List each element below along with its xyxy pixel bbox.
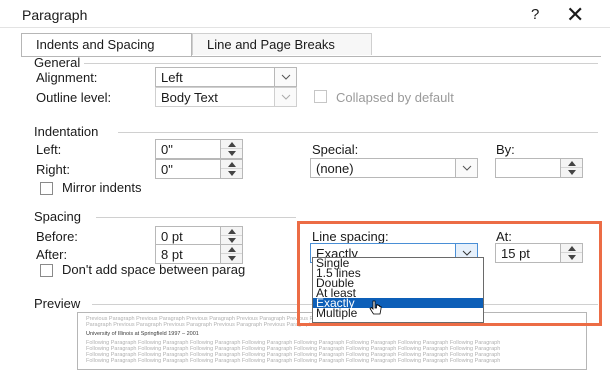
mirror-indents-checkbox[interactable] — [40, 182, 53, 195]
divider — [84, 63, 598, 64]
after-label: After: — [36, 247, 68, 262]
spin-up-icon — [227, 228, 236, 234]
dialog-title: Paragraph — [22, 7, 88, 23]
general-heading: General — [34, 55, 81, 70]
outline-level-select[interactable]: Body Text — [155, 87, 275, 107]
before-input[interactable]: 0 pt — [155, 226, 221, 246]
by-label: By: — [496, 142, 515, 157]
tab-label: Line and Page Breaks — [207, 37, 335, 52]
spin-up-icon — [567, 160, 576, 166]
after-input[interactable]: 8 pt — [155, 244, 221, 264]
spin-up-icon — [227, 246, 236, 252]
divider — [118, 132, 598, 133]
indentation-heading: Indentation — [34, 124, 99, 139]
tab-divider — [21, 56, 601, 57]
alignment-select[interactable]: Left — [155, 67, 275, 87]
tab-line-and-page-breaks[interactable]: Line and Page Breaks — [192, 33, 372, 55]
dont-add-space-label: Don't add space between parag — [62, 262, 246, 277]
before-spinner[interactable] — [220, 226, 243, 246]
special-dropdown-button[interactable] — [455, 158, 478, 178]
before-label: Before: — [36, 229, 78, 244]
divider — [96, 217, 296, 218]
spin-down-icon — [227, 238, 236, 243]
by-input[interactable] — [495, 158, 561, 178]
preview-sample-text: University of Illinois at Springfield 19… — [86, 331, 199, 337]
tab-indents-and-spacing[interactable]: Indents and Spacing — [21, 33, 192, 57]
left-indent-label: Left: — [36, 142, 62, 157]
mirror-indents-label: Mirror indents — [62, 180, 142, 195]
dont-add-space-checkbox[interactable] — [40, 264, 53, 277]
alignment-dropdown-button[interactable] — [274, 67, 297, 87]
right-indent-spinner[interactable] — [220, 159, 243, 179]
spin-up-icon — [227, 161, 236, 167]
close-button[interactable]: ✕ — [566, 2, 584, 28]
highlight-box — [297, 221, 602, 326]
outline-level-label: Outline level: — [36, 90, 112, 105]
right-indent-input[interactable]: 0" — [155, 159, 221, 179]
chevron-down-icon — [462, 165, 471, 171]
spacing-heading: Spacing — [34, 209, 81, 224]
after-spinner[interactable] — [220, 244, 243, 264]
right-indent-label: Right: — [36, 162, 70, 177]
spin-down-icon — [227, 151, 236, 156]
spin-down-icon — [227, 256, 236, 261]
spin-up-icon — [227, 141, 236, 147]
help-button[interactable]: ? — [531, 6, 539, 23]
left-indent-spinner[interactable] — [220, 139, 243, 159]
title-bar — [0, 0, 610, 28]
special-select[interactable]: (none) — [310, 158, 456, 178]
chevron-down-icon — [281, 94, 290, 100]
chevron-down-icon — [281, 74, 290, 80]
outline-level-dropdown-button[interactable] — [274, 87, 297, 107]
special-label: Special: — [312, 142, 359, 157]
alignment-label: Alignment: — [36, 70, 98, 85]
preview-following-text: Following Paragraph Following Paragraph … — [86, 358, 501, 364]
preview-heading: Preview — [34, 296, 81, 311]
by-spinner[interactable] — [560, 158, 583, 178]
left-indent-input[interactable]: 0" — [155, 139, 221, 159]
spin-down-icon — [227, 171, 236, 176]
spin-down-icon — [567, 170, 576, 175]
collapsed-checkbox[interactable] — [314, 90, 327, 103]
collapsed-label: Collapsed by default — [336, 90, 454, 105]
tab-label: Indents and Spacing — [36, 37, 155, 52]
